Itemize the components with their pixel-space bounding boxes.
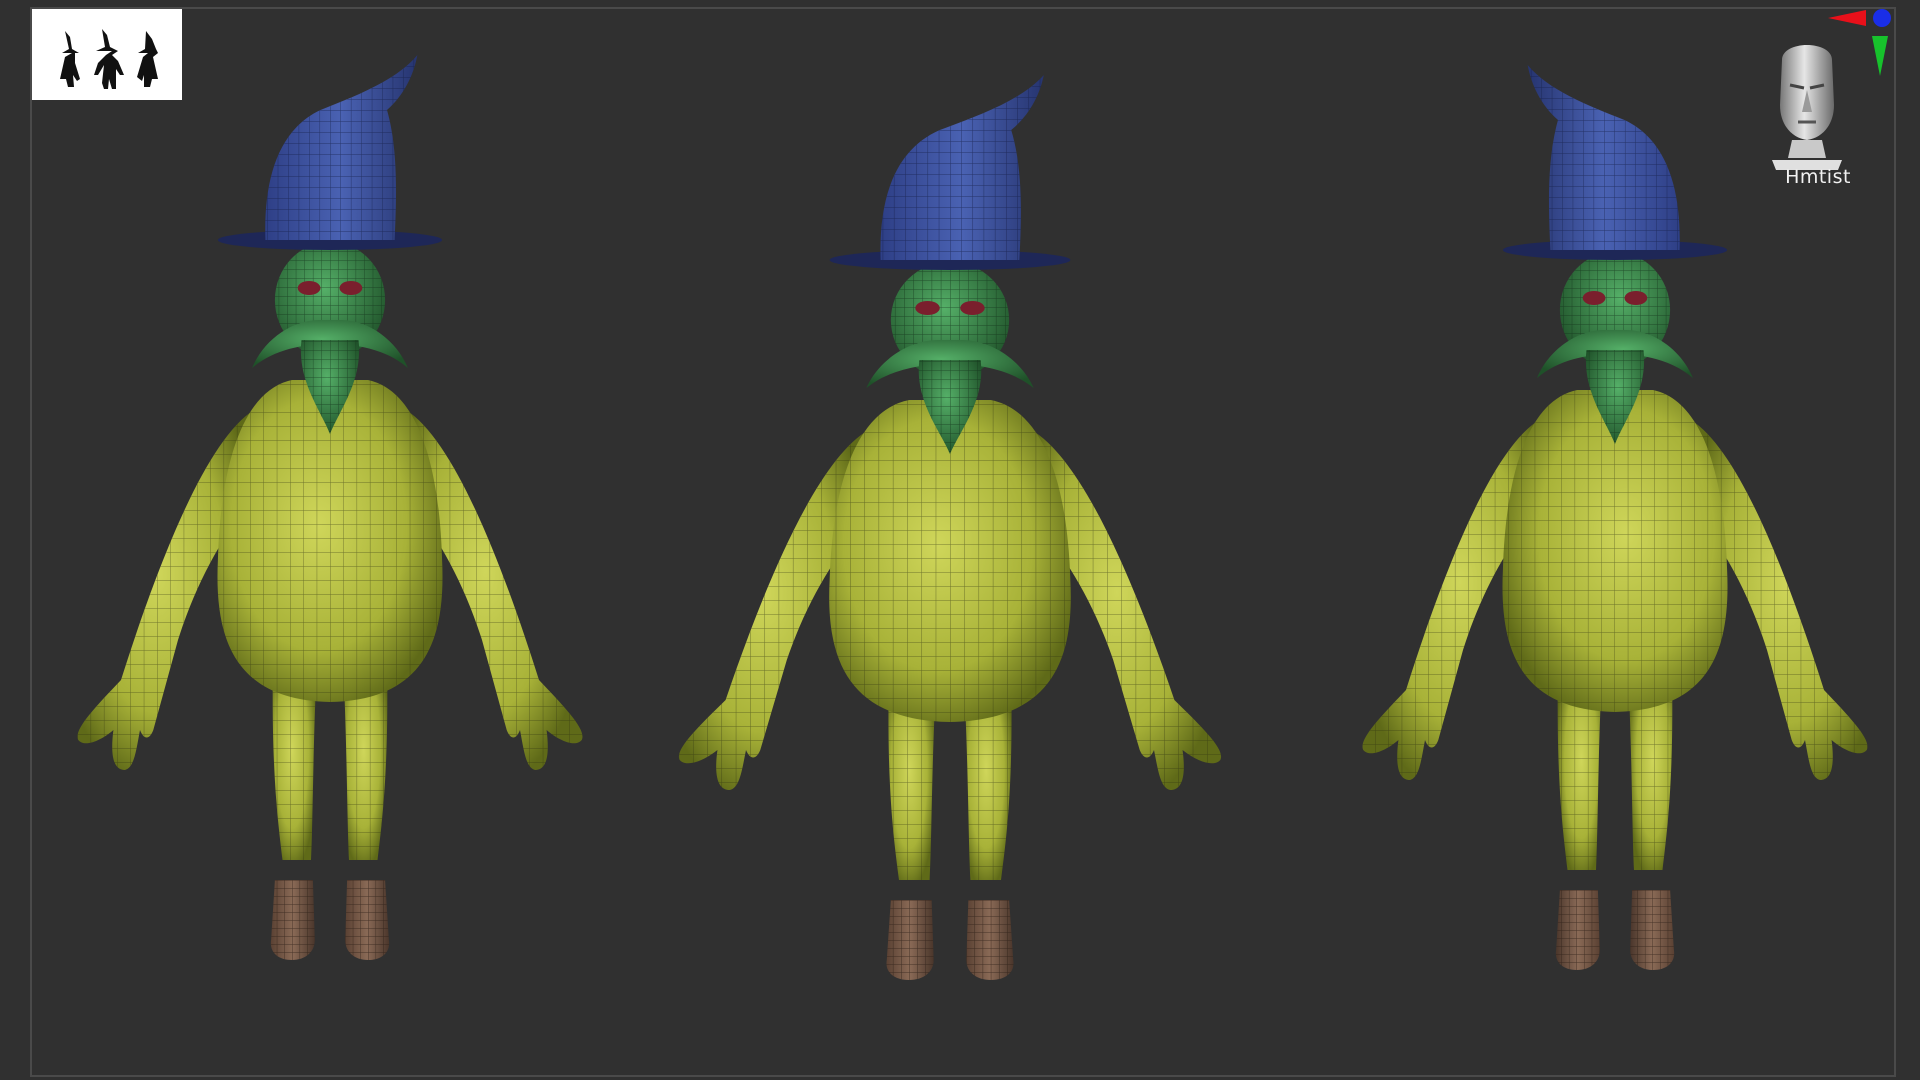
model-view-three-quarter-left[interactable] bbox=[77, 55, 583, 960]
nav-cube-label: Hmtist bbox=[1785, 166, 1851, 188]
model-scene[interactable] bbox=[0, 0, 1920, 1080]
head-navigation-icon[interactable] bbox=[1762, 30, 1852, 170]
zbrush-app: Hmtist bbox=[0, 0, 1920, 1080]
model-view-front[interactable] bbox=[678, 75, 1222, 980]
model-view-three-quarter-right[interactable] bbox=[1362, 65, 1868, 970]
